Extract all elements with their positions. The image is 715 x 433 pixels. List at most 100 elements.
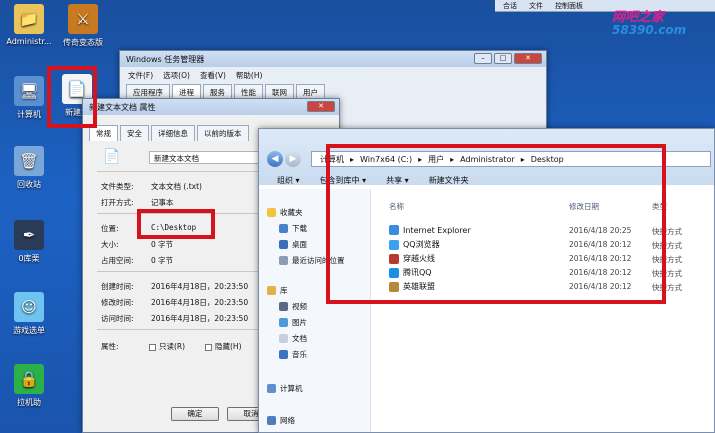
accessed-label: 访问时间: — [101, 314, 134, 323]
video-icon — [279, 302, 288, 311]
qq-browser-icon — [389, 239, 399, 250]
properties-close-button[interactable]: ✕ — [307, 101, 335, 112]
nav-desktop[interactable]: 桌面 — [279, 239, 307, 250]
accessed-value: 2016年4月18日，20:23:50 — [151, 314, 249, 323]
maximize-button[interactable]: □ — [494, 53, 512, 64]
disk-size-label: 占用空间: — [101, 256, 134, 265]
share-button[interactable]: 共享 ▾ — [386, 175, 409, 186]
tab-previous-versions[interactable]: 以前的版本 — [197, 125, 249, 141]
tab-details[interactable]: 详细信息 — [151, 125, 195, 141]
explorer-window[interactable]: ◀ ▶ 计算机 ▸ Win7x64 (C:) ▸ 用户 ▸ Administra… — [258, 128, 715, 433]
nav-videos[interactable]: 视频 — [279, 301, 307, 312]
breadcrumb-users[interactable]: 用户 — [428, 154, 444, 165]
modified-label: 修改时间: — [101, 298, 134, 307]
readonly-checkbox[interactable]: 只读(R) — [149, 341, 185, 352]
breadcrumb-administrator[interactable]: Administrator — [460, 155, 515, 164]
game-icon: ⚔ — [68, 4, 98, 34]
desktop-icon-app[interactable]: ✒ 0库栗 — [2, 220, 56, 264]
include-in-library-button[interactable]: 包含到库中 ▾ — [320, 175, 367, 186]
desktop-icon-label: Administr... — [6, 37, 52, 46]
computer-icon: 🖥 — [14, 76, 44, 106]
minimize-button[interactable]: – — [474, 53, 492, 64]
file-item[interactable]: Internet Explorer — [389, 225, 471, 235]
file-type: 快捷方式 — [652, 241, 682, 250]
organize-button[interactable]: 组织 ▾ — [277, 175, 300, 186]
computer-icon — [267, 384, 276, 393]
attributes-label: 属性: — [101, 342, 119, 351]
nav-documents[interactable]: 文档 — [279, 333, 307, 344]
nav-libraries[interactable]: 库 — [267, 285, 288, 296]
task-manager-menubar: 文件(F) 选项(O) 查看(V) 帮助(H) — [120, 67, 546, 84]
breadcrumb-computer[interactable]: 计算机 — [320, 154, 344, 165]
column-name[interactable]: 名称 — [389, 201, 404, 212]
close-button[interactable]: ✕ — [514, 53, 542, 64]
top-item-1[interactable]: 合话 — [503, 1, 517, 11]
file-item[interactable]: 英雄联盟 — [389, 281, 435, 292]
properties-titlebar[interactable]: 新建文本文档 属性 — [83, 99, 339, 115]
modified-value: 2016年4月18日，20:23:50 — [151, 298, 249, 307]
explorer-toolbar: 组织 ▾ 包含到库中 ▾ 共享 ▾ 新建文件夹 — [259, 173, 714, 188]
picture-icon — [279, 318, 288, 327]
breadcrumb-drive[interactable]: Win7x64 (C:) — [360, 155, 412, 164]
desktop-icon-label: 游戏选单 — [13, 326, 45, 335]
nav-network[interactable]: 网络 — [267, 415, 295, 426]
watermark-logo: 网吧之家 58390.com — [612, 10, 687, 37]
file-type: 快捷方式 — [652, 269, 682, 278]
desktop-icon — [279, 240, 288, 249]
user-folder-icon: 📁 — [14, 4, 44, 34]
desktop-icon-computer[interactable]: 🖥 计算机 — [2, 76, 56, 120]
app-icon: ✒ — [14, 220, 44, 250]
download-icon — [279, 224, 288, 233]
menu-options[interactable]: 选项(O) — [163, 70, 190, 81]
navigation-pane: 收藏夹 下载 桌面 最近访问的位置 库 视频 图片 文档 音乐 计算机 网络 — [259, 189, 371, 432]
file-type: 快捷方式 — [652, 283, 682, 292]
tab-general[interactable]: 常规 — [89, 125, 118, 141]
size-label: 大小: — [101, 240, 119, 249]
lock-icon: 🔒 — [14, 364, 44, 394]
nav-downloads[interactable]: 下载 — [279, 223, 307, 234]
created-label: 创建时间: — [101, 282, 134, 291]
location-label: 位置: — [101, 224, 119, 233]
desktop-icon-administrator[interactable]: 📁 Administr... — [2, 4, 56, 46]
desktop-icon-recycle-bin[interactable]: 🗑 回收站 — [2, 146, 56, 190]
file-item[interactable]: 腾讯QQ — [389, 267, 432, 278]
file-date: 2016/4/18 20:12 — [569, 282, 632, 291]
menu-file[interactable]: 文件(F) — [128, 70, 153, 81]
back-button[interactable]: ◀ — [267, 151, 283, 167]
column-date-modified[interactable]: 修改日期 — [569, 201, 599, 212]
lol-icon — [389, 281, 399, 292]
file-date: 2016/4/18 20:12 — [569, 240, 632, 249]
desktop-icon-lock[interactable]: 🔒 拉机助 — [2, 364, 56, 408]
address-bar[interactable]: 计算机 ▸ Win7x64 (C:) ▸ 用户 ▸ Administrator … — [311, 151, 711, 167]
hidden-checkbox[interactable]: 隐藏(H) — [205, 341, 242, 352]
chevron-right-icon: ▸ — [450, 154, 455, 164]
nav-music[interactable]: 音乐 — [279, 349, 307, 360]
chevron-right-icon: ▸ — [418, 154, 423, 164]
desktop-icon-game[interactable]: ⚔ 传奇变态版 — [56, 4, 110, 48]
file-item[interactable]: 穿越火线 — [389, 253, 435, 264]
nav-recent[interactable]: 最近访问的位置 — [279, 255, 345, 266]
nav-pictures[interactable]: 图片 — [279, 317, 307, 328]
open-with-value: 记事本 — [151, 198, 174, 207]
library-icon — [267, 286, 276, 295]
music-icon — [279, 350, 288, 359]
column-type[interactable]: 类型 — [652, 201, 667, 212]
game-menu-icon: ☺ — [14, 292, 44, 322]
menu-help[interactable]: 帮助(H) — [236, 70, 263, 81]
nav-computer[interactable]: 计算机 — [267, 383, 303, 394]
breadcrumb-desktop[interactable]: Desktop — [531, 155, 564, 164]
top-item-2[interactable]: 文件 — [529, 1, 543, 11]
top-item-3[interactable]: 控制面板 — [555, 1, 583, 11]
location-value: C:\Desktop — [151, 223, 197, 232]
desktop-icon-game-menu[interactable]: ☺ 游戏选单 — [2, 292, 56, 336]
menu-view[interactable]: 查看(V) — [200, 70, 226, 81]
nav-favorites[interactable]: 收藏夹 — [267, 207, 303, 218]
forward-button[interactable]: ▶ — [285, 151, 301, 167]
open-with-label: 打开方式: — [101, 198, 134, 207]
size-value: 0 字节 — [151, 240, 174, 249]
file-item[interactable]: QQ浏览器 — [389, 239, 440, 250]
desktop-icon-label: 回收站 — [17, 180, 41, 189]
ok-button[interactable]: 确定 — [171, 407, 219, 421]
tab-security[interactable]: 安全 — [120, 125, 149, 141]
new-folder-button[interactable]: 新建文件夹 — [429, 175, 469, 186]
